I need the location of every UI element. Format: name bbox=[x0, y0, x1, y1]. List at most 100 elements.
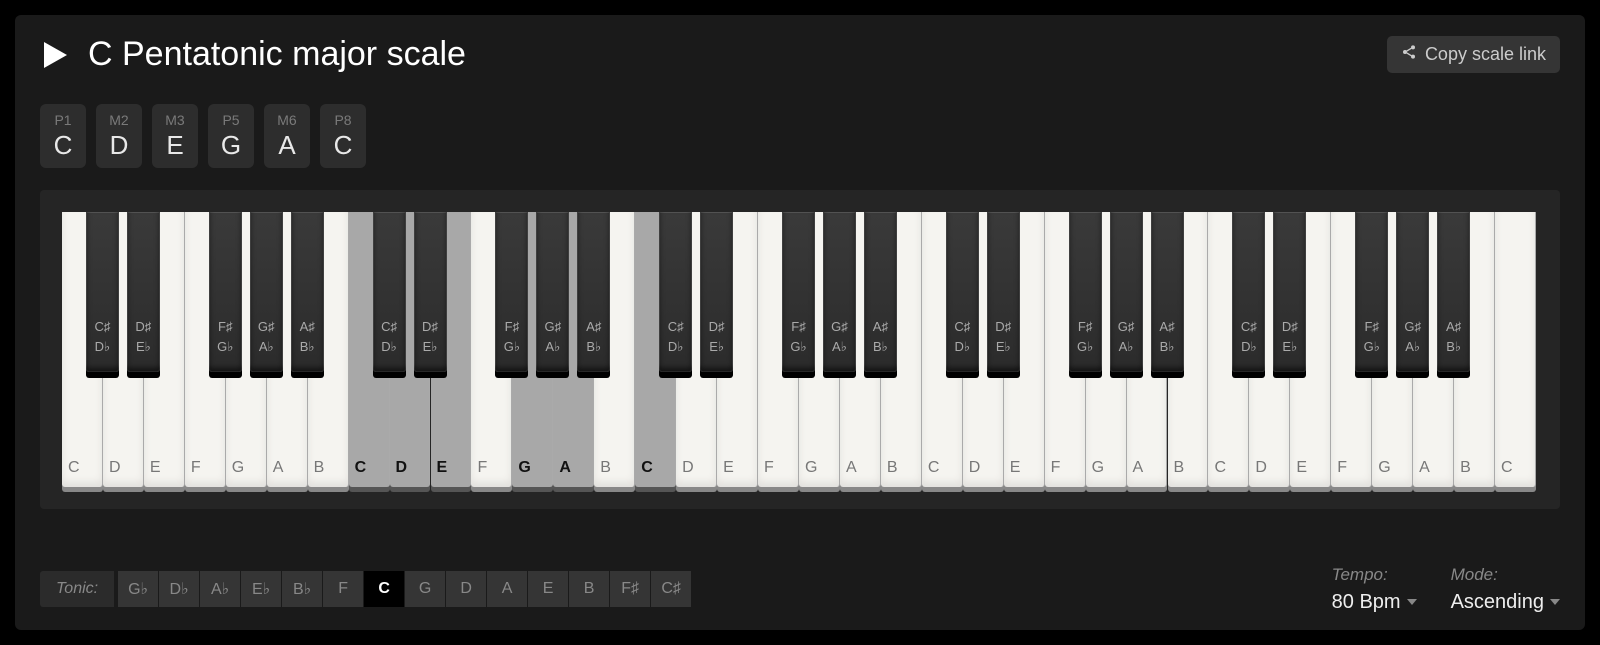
interval-chip-row: P1CM2DM3EP5G M6 A P8C bbox=[40, 104, 1560, 168]
tonic-option[interactable]: E♭ bbox=[241, 571, 281, 607]
interval-chip[interactable]: P8C bbox=[320, 104, 366, 168]
white-key-label: F bbox=[1051, 459, 1061, 477]
black-key[interactable]: A♯B♭ bbox=[1151, 212, 1184, 372]
black-key[interactable]: A♯B♭ bbox=[577, 212, 610, 372]
tonic-option[interactable]: D bbox=[446, 571, 486, 607]
black-key[interactable]: D♯E♭ bbox=[987, 212, 1020, 372]
white-key-label: B bbox=[1174, 459, 1185, 477]
black-key-label: C♯D♭ bbox=[659, 317, 692, 356]
black-key-label: C♯D♭ bbox=[86, 317, 119, 356]
black-key[interactable]: D♯E♭ bbox=[414, 212, 447, 372]
tonic-option[interactable]: F♯ bbox=[610, 571, 650, 607]
black-key[interactable]: C♯D♭ bbox=[373, 212, 406, 372]
tonic-option[interactable]: B bbox=[569, 571, 609, 607]
black-key[interactable]: G♯A♭ bbox=[1396, 212, 1429, 372]
white-key-label: F bbox=[1337, 459, 1347, 477]
interval-chip[interactable]: M6 A bbox=[264, 104, 310, 168]
black-key-label: D♯E♭ bbox=[127, 317, 160, 356]
black-key-label: C♯D♭ bbox=[946, 317, 979, 356]
tonic-option[interactable]: E bbox=[528, 571, 568, 607]
white-key-label: F bbox=[191, 459, 201, 477]
black-key[interactable]: G♯A♭ bbox=[1110, 212, 1143, 372]
white-key-label: C bbox=[1501, 459, 1513, 477]
black-key-label: G♯A♭ bbox=[1396, 317, 1429, 356]
copy-scale-link-button[interactable]: Copy scale link bbox=[1387, 36, 1560, 73]
black-key[interactable]: A♯B♭ bbox=[1437, 212, 1470, 372]
tonic-option[interactable]: G♭ bbox=[118, 571, 158, 607]
white-key-label: B bbox=[887, 459, 898, 477]
black-key[interactable]: D♯E♭ bbox=[700, 212, 733, 372]
tempo-control[interactable]: Tempo: 80 Bpm bbox=[1332, 565, 1417, 614]
white-key-label: B bbox=[1460, 459, 1471, 477]
tonic-option[interactable]: G bbox=[405, 571, 445, 607]
interval-chip[interactable]: P1C bbox=[40, 104, 86, 168]
tonic-option[interactable]: A bbox=[487, 571, 527, 607]
copy-scale-link-label: Copy scale link bbox=[1425, 44, 1546, 65]
black-key-label: A♯B♭ bbox=[1151, 317, 1184, 356]
tonic-option[interactable]: C bbox=[364, 571, 404, 607]
black-key-label: F♯G♭ bbox=[1069, 317, 1102, 356]
white-key-label: G bbox=[518, 459, 530, 477]
black-key[interactable]: G♯A♭ bbox=[536, 212, 569, 372]
interval-chip[interactable]: M2D bbox=[96, 104, 142, 168]
tonic-option[interactable]: C♯ bbox=[651, 571, 691, 607]
black-key[interactable]: A♯B♭ bbox=[291, 212, 324, 372]
black-key[interactable]: C♯D♭ bbox=[1232, 212, 1265, 372]
black-key[interactable]: A♯B♭ bbox=[864, 212, 897, 372]
black-key-label: F♯G♭ bbox=[495, 317, 528, 356]
white-key-label: D bbox=[396, 459, 408, 477]
black-key[interactable]: G♯A♭ bbox=[250, 212, 283, 372]
tonic-option[interactable]: F bbox=[323, 571, 363, 607]
white-key-label: E bbox=[437, 459, 448, 477]
footer: Tonic: G♭D♭A♭E♭B♭FCGDAEBF♯C♯ Tempo: 80 B… bbox=[40, 548, 1560, 630]
black-key-label: C♯D♭ bbox=[1232, 317, 1265, 356]
share-icon bbox=[1401, 44, 1417, 65]
black-key[interactable]: F♯G♭ bbox=[209, 212, 242, 372]
black-key[interactable]: F♯G♭ bbox=[1355, 212, 1388, 372]
white-key-label: B bbox=[314, 459, 325, 477]
black-key[interactable]: F♯G♭ bbox=[782, 212, 815, 372]
interval-chip[interactable]: P5G bbox=[208, 104, 254, 168]
black-key[interactable]: F♯G♭ bbox=[1069, 212, 1102, 372]
play-icon[interactable] bbox=[40, 40, 70, 70]
black-key-label: D♯E♭ bbox=[414, 317, 447, 356]
tonic-option[interactable]: A♭ bbox=[200, 571, 240, 607]
black-key-label: C♯D♭ bbox=[373, 317, 406, 356]
interval-chip[interactable]: M3E bbox=[152, 104, 198, 168]
mode-control[interactable]: Mode: Ascending bbox=[1451, 565, 1560, 614]
black-key[interactable]: G♯A♭ bbox=[823, 212, 856, 372]
black-key-label: A♯B♭ bbox=[1437, 317, 1470, 356]
black-key[interactable]: C♯D♭ bbox=[86, 212, 119, 372]
white-key-label: A bbox=[559, 459, 571, 477]
white-key-label: D bbox=[969, 459, 981, 477]
interval-note: E bbox=[166, 132, 183, 158]
white-key-label: D bbox=[1255, 459, 1267, 477]
black-key[interactable]: F♯G♭ bbox=[495, 212, 528, 372]
white-key-label: E bbox=[723, 459, 734, 477]
black-key[interactable]: C♯D♭ bbox=[659, 212, 692, 372]
tonic-option[interactable]: D♭ bbox=[159, 571, 199, 607]
mode-value[interactable]: Ascending bbox=[1451, 591, 1560, 614]
interval-note: A bbox=[278, 132, 295, 158]
white-key-label: C bbox=[641, 459, 653, 477]
black-key[interactable]: D♯E♭ bbox=[127, 212, 160, 372]
white-key[interactable]: C bbox=[1495, 212, 1536, 487]
tonic-selector: Tonic: G♭D♭A♭E♭B♭FCGDAEBF♯C♯ bbox=[40, 571, 692, 607]
white-key-label: G bbox=[232, 459, 244, 477]
tonic-option[interactable]: B♭ bbox=[282, 571, 322, 607]
interval-label: M6 bbox=[277, 112, 296, 128]
white-key-label: D bbox=[109, 459, 121, 477]
black-key-label: F♯G♭ bbox=[1355, 317, 1388, 356]
black-key-label: D♯E♭ bbox=[1273, 317, 1306, 356]
header: C Pentatonic major scale Copy scale link bbox=[40, 35, 1560, 74]
white-key-label: C bbox=[355, 459, 367, 477]
black-key-label: A♯B♭ bbox=[291, 317, 324, 356]
black-key[interactable]: D♯E♭ bbox=[1273, 212, 1306, 372]
tempo-value[interactable]: 80 Bpm bbox=[1332, 591, 1417, 614]
black-key[interactable]: C♯D♭ bbox=[946, 212, 979, 372]
white-key-label: B bbox=[600, 459, 611, 477]
page-title: C Pentatonic major scale bbox=[88, 35, 466, 74]
black-key-label: F♯G♭ bbox=[782, 317, 815, 356]
white-key-label: G bbox=[805, 459, 817, 477]
black-key-label: G♯A♭ bbox=[536, 317, 569, 356]
